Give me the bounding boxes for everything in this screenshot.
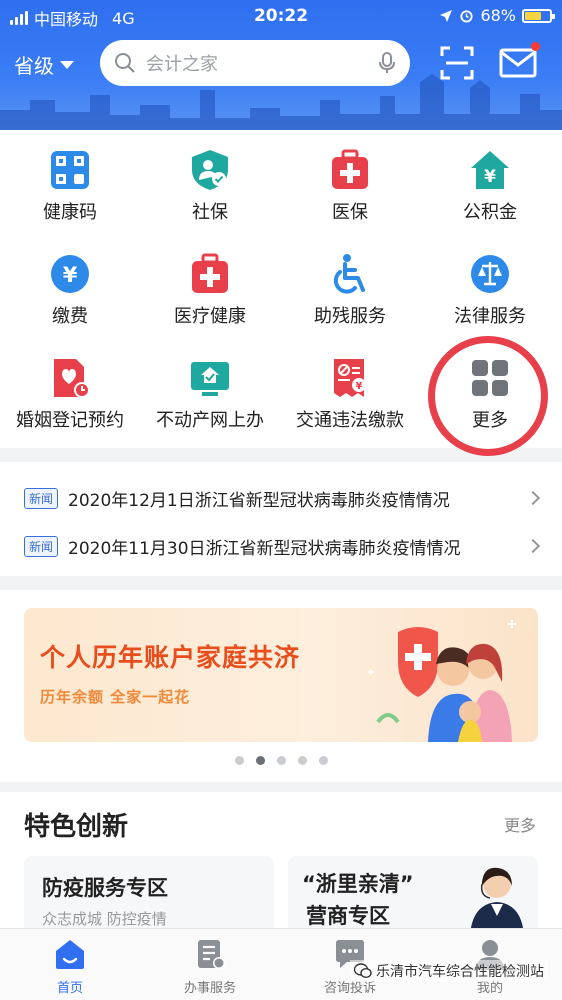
banner-subtitle: 历年余额 全家一起花 bbox=[40, 688, 191, 706]
search-icon bbox=[115, 53, 135, 73]
message-button[interactable] bbox=[498, 42, 540, 80]
watermark-text: 乐清市汽车综合性能检测站 bbox=[376, 964, 544, 980]
carousel-indicator bbox=[0, 756, 562, 765]
service-payment[interactable]: ¥ 缴费 bbox=[0, 234, 140, 334]
tab-services[interactable]: 办事服务 bbox=[140, 929, 280, 1000]
service-legal[interactable]: 法律服务 bbox=[420, 234, 560, 334]
service-label: 交通违法缴款 bbox=[296, 410, 404, 431]
service-label: 助残服务 bbox=[314, 306, 386, 327]
header: 中国移动 4G 20:22 68% 省级 会计之家 bbox=[0, 0, 562, 130]
service-real-estate[interactable]: 不动产网上办 bbox=[140, 338, 280, 438]
svg-text:¥: ¥ bbox=[63, 263, 78, 287]
service-medical-insurance[interactable]: 医保 bbox=[280, 130, 420, 230]
housing-fund-icon: ¥ bbox=[471, 151, 509, 189]
document-list-icon bbox=[198, 940, 225, 969]
status-right: 68% bbox=[439, 6, 555, 25]
service-health-code[interactable]: 健康码 bbox=[0, 130, 140, 230]
microphone-icon[interactable] bbox=[378, 51, 396, 75]
service-label: 健康码 bbox=[43, 202, 97, 223]
region-selector[interactable]: 省级 bbox=[14, 50, 74, 79]
highlight-circle-annotation bbox=[428, 336, 548, 456]
chevron-right-icon bbox=[525, 538, 541, 554]
svg-text:¥: ¥ bbox=[356, 381, 363, 392]
service-label: 社保 bbox=[192, 202, 228, 223]
service-label: 不动产网上办 bbox=[156, 410, 264, 431]
news-item[interactable]: 新闻 2020年12月1日浙江省新型冠状病毒肺炎疫情情况 bbox=[24, 478, 544, 518]
medical-health-icon bbox=[192, 253, 228, 293]
service-housing-fund[interactable]: ¥ 公积金 bbox=[420, 130, 560, 230]
search-bar[interactable]: 会计之家 bbox=[100, 40, 410, 86]
news-headline: 2020年11月30日浙江省新型冠状病毒肺炎疫情情况 bbox=[68, 538, 461, 559]
alarm-icon bbox=[460, 10, 474, 23]
wechat-icon bbox=[354, 963, 372, 979]
location-arrow-icon bbox=[440, 9, 453, 22]
real-estate-icon bbox=[191, 362, 229, 396]
medical-insurance-icon bbox=[332, 149, 368, 189]
battery-percent: 68% bbox=[480, 6, 516, 25]
service-label: 公积金 bbox=[463, 202, 517, 223]
mail-icon bbox=[499, 48, 537, 78]
card-subtitle: 众志成城 防控疫情 bbox=[42, 910, 167, 928]
tab-home[interactable]: 首页 bbox=[0, 929, 140, 1000]
svg-text:¥: ¥ bbox=[484, 167, 496, 187]
service-label: 缴费 bbox=[52, 306, 88, 327]
caret-down-icon bbox=[60, 60, 74, 69]
service-traffic-fine[interactable]: ¥ 交通违法缴款 bbox=[280, 338, 420, 438]
search-placeholder: 会计之家 bbox=[146, 54, 218, 75]
promo-banner[interactable]: 个人历年账户家庭共济 历年余额 全家一起花 bbox=[24, 608, 538, 742]
marriage-icon bbox=[54, 359, 90, 398]
carousel-dot[interactable] bbox=[234, 756, 244, 765]
featured-card-business[interactable]: “浙里亲清” 营商专区 bbox=[288, 856, 538, 936]
banner-section: 个人历年账户家庭共济 历年余额 全家一起花 bbox=[0, 590, 562, 782]
health-code-icon bbox=[51, 151, 89, 189]
card-title-line1: “浙里亲清” bbox=[302, 872, 414, 896]
battery-icon bbox=[522, 8, 555, 23]
legal-scale-icon bbox=[471, 255, 509, 293]
scan-icon[interactable] bbox=[440, 46, 474, 80]
news-section: 新闻 2020年12月1日浙江省新型冠状病毒肺炎疫情情况 新闻 2020年11月… bbox=[0, 462, 562, 576]
region-label: 省级 bbox=[14, 54, 54, 78]
service-agent-avatar bbox=[470, 867, 524, 936]
service-accessibility[interactable]: 助残服务 bbox=[280, 234, 420, 334]
traffic-fine-icon: ¥ bbox=[334, 359, 366, 397]
banner-title: 个人历年账户家庭共济 bbox=[40, 643, 301, 672]
featured-card-epidemic[interactable]: 防疫服务专区 众志成城 防控疫情 bbox=[24, 856, 274, 936]
chevron-right-icon bbox=[525, 490, 541, 506]
news-item[interactable]: 新闻 2020年11月30日浙江省新型冠状病毒肺炎疫情情况 bbox=[24, 526, 544, 566]
service-label: 法律服务 bbox=[454, 306, 526, 327]
status-bar: 中国移动 4G 20:22 68% bbox=[0, 0, 562, 32]
carousel-dot[interactable] bbox=[318, 756, 328, 765]
featured-section: 特色创新 更多 防疫服务专区 众志成城 防控疫情 “浙里亲清” 营商专区 bbox=[0, 792, 562, 936]
section-title: 特色创新 bbox=[24, 812, 129, 842]
service-social-security[interactable]: 社保 bbox=[140, 130, 280, 230]
wechat-watermark: 乐清市汽车综合性能检测站 bbox=[350, 960, 548, 982]
service-medical-health[interactable]: 医疗健康 bbox=[140, 234, 280, 334]
more-link[interactable]: 更多 bbox=[504, 812, 536, 836]
service-label: 医保 bbox=[332, 202, 368, 223]
service-marriage-registration[interactable]: 婚姻登记预约 bbox=[0, 338, 140, 438]
carousel-dot[interactable] bbox=[255, 756, 265, 765]
carousel-dot[interactable] bbox=[276, 756, 286, 765]
accessibility-icon bbox=[333, 254, 365, 294]
tab-label: 办事服务 bbox=[183, 981, 236, 996]
social-security-icon bbox=[192, 150, 228, 190]
tab-label: 首页 bbox=[56, 981, 83, 996]
service-label: 医疗健康 bbox=[174, 306, 246, 327]
news-tag: 新闻 bbox=[24, 535, 59, 557]
payment-icon: ¥ bbox=[51, 255, 89, 293]
home-icon bbox=[56, 940, 84, 969]
card-title-line2: 营商专区 bbox=[306, 904, 390, 928]
carousel-dot[interactable] bbox=[297, 756, 307, 765]
news-headline: 2020年12月1日浙江省新型冠状病毒肺炎疫情情况 bbox=[68, 490, 450, 511]
family-illustration bbox=[368, 620, 516, 742]
news-tag: 新闻 bbox=[24, 487, 59, 509]
notification-dot bbox=[531, 42, 540, 51]
card-title: 防疫服务专区 bbox=[42, 876, 168, 900]
service-label: 婚姻登记预约 bbox=[16, 410, 124, 431]
